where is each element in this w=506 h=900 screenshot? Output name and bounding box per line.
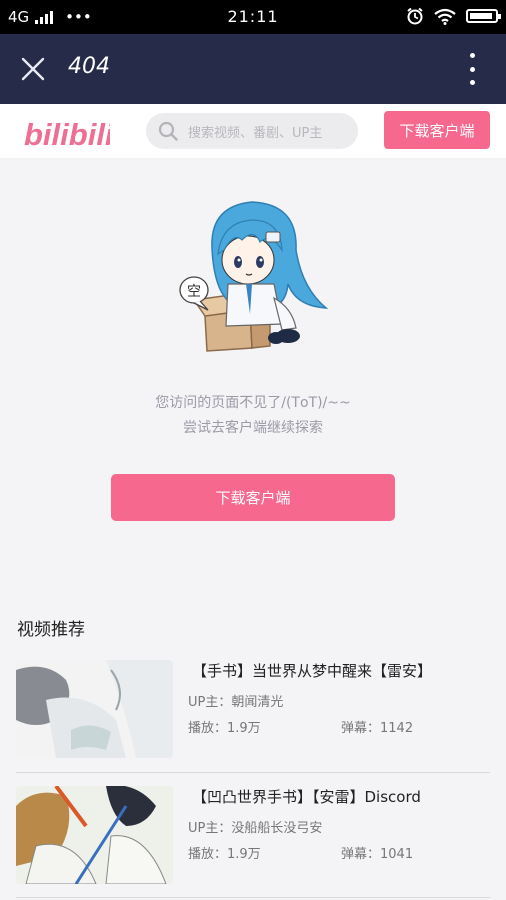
video-title: 【手书】当世界从梦中醒来【雷安】 — [192, 662, 433, 680]
video-uploader: UP主：没船船长没弓安 — [188, 821, 323, 836]
video-play-count: 播放：1.9万 — [188, 721, 261, 736]
video-uploader: UP主：朝闻清光 — [188, 695, 284, 710]
explore-hint: 尝试去客户端继续探索 — [183, 420, 323, 436]
divider — [16, 772, 490, 773]
video-play-count: 播放：1.9万 — [188, 847, 261, 862]
site-header: bilibili 搜索视频、番剧、UP主 下载客户端 — [0, 104, 506, 158]
page-title: 404 — [68, 54, 110, 79]
video-title: 【凹凸世界手书】【安雷】Discord — [192, 788, 421, 806]
video-thumbnail — [16, 786, 173, 884]
bilibili-logo[interactable]: bilibili — [24, 112, 110, 152]
divider — [16, 897, 490, 898]
search-icon — [158, 121, 178, 141]
wifi-icon — [434, 8, 456, 25]
recommend-heading: 视频推荐 — [17, 620, 85, 640]
search-placeholder: 搜索视频、番剧、UP主 — [188, 125, 323, 141]
404-illustration: 空 — [179, 201, 329, 352]
video-item[interactable]: 【凹凸世界手书】【安雷】Discord UP主：没船船长没弓安 播放：1.9万 … — [16, 786, 490, 896]
download-client-button-top[interactable]: 下载客户端 — [384, 111, 490, 149]
logo-text: bilibili — [24, 117, 110, 152]
video-danmaku-count: 弹幕：1142 — [341, 721, 414, 736]
close-icon[interactable] — [20, 56, 46, 82]
more-vertical-icon[interactable] — [468, 53, 476, 85]
battery-icon — [466, 9, 501, 23]
app-bar: 404 — [0, 34, 506, 104]
bubble-text: 空 — [187, 284, 201, 300]
video-item[interactable]: 【手书】当世界从梦中醒来【雷安】 UP主：朝闻清光 播放：1.9万 弹幕：114… — [16, 660, 490, 770]
status-bar: 4G ••• 21:11 — [0, 0, 506, 34]
not-found-message: 您访问的页面不见了/(TоT)/~~ — [155, 395, 351, 411]
search-input[interactable]: 搜索视频、番剧、UP主 — [146, 113, 358, 149]
video-danmaku-count: 弹幕：1041 — [341, 847, 414, 862]
video-thumbnail — [16, 660, 173, 758]
alarm-icon — [407, 7, 423, 25]
download-client-button[interactable]: 下载客户端 — [111, 474, 395, 521]
